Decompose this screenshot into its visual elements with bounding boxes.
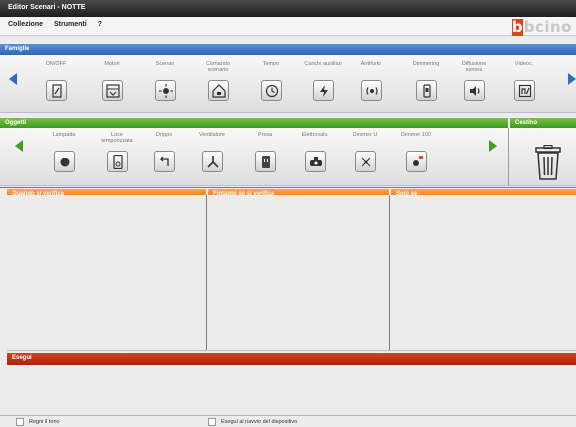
oggetto-dimmer-100[interactable]: Dimmer 100 bbox=[394, 132, 438, 172]
socket-icon bbox=[254, 151, 276, 172]
finche-panel[interactable] bbox=[208, 195, 390, 351]
menu-bar: Collezione Strumenti ? bbox=[0, 17, 576, 36]
esegui-header: Esegui bbox=[7, 353, 576, 365]
cestino-divider bbox=[508, 128, 509, 186]
logo-text: bcino bbox=[523, 18, 572, 36]
famiglie-header: Famiglie bbox=[0, 44, 576, 55]
famiglia-carichi-ausiliari[interactable]: Carichi ausiliari bbox=[301, 61, 345, 101]
oggetto-luce-temporizzata[interactable]: Luce temporizzata bbox=[95, 132, 139, 172]
famiglie-scroll-right-icon[interactable] bbox=[568, 73, 576, 85]
menu-strumenti[interactable]: Strumenti bbox=[54, 21, 87, 28]
speaker-icon bbox=[463, 80, 485, 101]
oggetto-lampada[interactable]: Lampada bbox=[42, 132, 86, 172]
famiglie-strip: ON/OFF Motori Scenari Comando scenario T… bbox=[0, 55, 576, 113]
regni-tono-label: Regni il tono bbox=[29, 419, 60, 425]
valve-icon bbox=[304, 151, 326, 172]
section-separator bbox=[0, 187, 576, 188]
famiglia-antifurto[interactable]: Antifurto bbox=[349, 61, 393, 101]
video-icon bbox=[513, 80, 535, 101]
cestino-header: Cestino bbox=[510, 118, 576, 128]
riavvio-label: Esegui al riavvio del dispositivo bbox=[221, 419, 298, 425]
famiglia-on-off[interactable]: ON/OFF bbox=[34, 61, 78, 101]
regni-tono-option[interactable]: Regni il tono bbox=[16, 418, 60, 426]
quando-panel[interactable] bbox=[7, 195, 207, 351]
esegui-panel[interactable] bbox=[0, 368, 576, 416]
auxiliary-load-icon bbox=[312, 80, 334, 101]
esegui-title: Esegui bbox=[12, 355, 32, 361]
oggetti-title: Oggetti bbox=[5, 120, 26, 126]
dimmer-100-icon bbox=[405, 151, 427, 172]
famiglie-scroll-left-icon[interactable] bbox=[9, 73, 17, 85]
alarm-icon bbox=[360, 80, 382, 101]
logo-mark: b bbox=[511, 17, 523, 36]
oggetti-strip: Lampada Luce temporizzata Dripps Ventila… bbox=[0, 128, 576, 186]
title-bar: Editor Scenari - NOTTE bbox=[0, 0, 576, 17]
clock-icon bbox=[260, 80, 282, 101]
oggetti-header: Oggetti bbox=[0, 118, 508, 128]
dimmer-icon bbox=[415, 80, 437, 101]
window-title: Editor Scenari - NOTTE bbox=[8, 4, 86, 11]
lamp-icon bbox=[53, 151, 75, 172]
oggetto-presa[interactable]: Presa bbox=[243, 132, 287, 172]
bticino-logo: b bcino bbox=[511, 17, 572, 36]
famiglia-motori[interactable]: Motori bbox=[90, 61, 134, 101]
famiglie-title: Famiglie bbox=[5, 46, 30, 52]
oggetto-ventilatore[interactable]: Ventilatore bbox=[190, 132, 234, 172]
oggetto-dripps[interactable]: Dripps bbox=[142, 132, 186, 172]
famiglia-dimmering[interactable]: Dimmering bbox=[404, 61, 448, 101]
riavvio-checkbox[interactable] bbox=[208, 418, 216, 426]
trash-bin-icon[interactable] bbox=[532, 144, 564, 181]
solo-panel[interactable] bbox=[391, 195, 576, 351]
famiglia-videocitofonia[interactable]: Videoc. bbox=[502, 61, 546, 101]
oggetti-scroll-right-icon[interactable] bbox=[489, 140, 497, 152]
regni-tono-checkbox[interactable] bbox=[16, 418, 24, 426]
dripps-icon bbox=[153, 151, 175, 172]
fan-icon bbox=[201, 151, 223, 172]
timed-light-icon bbox=[106, 151, 128, 172]
menu-collezione[interactable]: Collezione bbox=[8, 21, 43, 28]
scenario-icon bbox=[154, 80, 176, 101]
oggetto-elettrovalvola[interactable]: Elettrovalv. bbox=[293, 132, 337, 172]
famiglia-scenari[interactable]: Scenari bbox=[143, 61, 187, 101]
famiglia-diffusione-sonora[interactable]: Diffusione sonora bbox=[452, 61, 496, 101]
oggetti-scroll-left-icon[interactable] bbox=[15, 140, 23, 152]
menu-help[interactable]: ? bbox=[98, 21, 102, 28]
famiglia-comando-scenario[interactable]: Comando scenario bbox=[196, 61, 240, 101]
oggetto-dimmer-u[interactable]: Dimmer U bbox=[343, 132, 387, 172]
cestino-title: Cestino bbox=[515, 120, 538, 126]
dimmer-u-icon bbox=[354, 151, 376, 172]
motor-icon bbox=[101, 80, 123, 101]
famiglia-tempo[interactable]: Tempo bbox=[249, 61, 293, 101]
on-off-icon bbox=[45, 80, 67, 101]
scenario-command-icon bbox=[207, 80, 229, 101]
riavvio-option[interactable]: Esegui al riavvio del dispositivo bbox=[208, 418, 297, 426]
